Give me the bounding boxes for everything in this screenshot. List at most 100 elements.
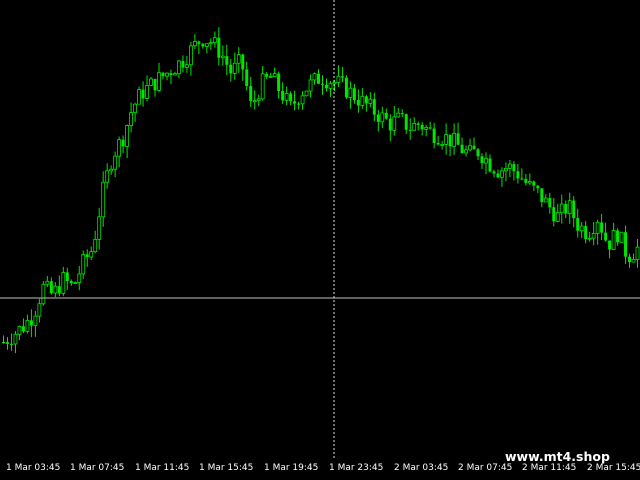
candle-body — [181, 61, 185, 68]
candle-body — [17, 325, 22, 335]
candle-body — [488, 158, 492, 172]
candle-body — [480, 156, 484, 164]
candle-body — [440, 144, 445, 146]
candle-body — [512, 164, 516, 172]
candle-body — [424, 127, 429, 130]
candle-body — [584, 226, 588, 239]
candle-body — [220, 55, 225, 59]
candle-body — [404, 114, 408, 130]
time-label: 1 Mar 23:45 — [329, 463, 383, 473]
candle-body — [284, 93, 289, 101]
candle-body — [133, 103, 137, 113]
candle-body — [516, 171, 520, 179]
candle-body — [49, 281, 53, 293]
candle-body — [380, 112, 385, 123]
candle-body — [336, 75, 341, 83]
candle-body — [25, 319, 30, 332]
time-label: 2 Mar 11:45 — [522, 463, 576, 473]
candle-body — [197, 41, 201, 44]
candle-body — [396, 112, 401, 118]
time-label: 2 Mar 03:45 — [394, 463, 448, 473]
candle-body — [165, 72, 169, 77]
candle-body — [468, 145, 472, 151]
watermark-text: www.mt4.shop — [505, 449, 610, 464]
candle-body — [444, 134, 449, 145]
candle-body — [532, 181, 536, 186]
candle-body — [595, 222, 600, 234]
candle-body — [552, 207, 556, 222]
candle-body — [624, 232, 628, 257]
candle-body — [504, 167, 508, 172]
candle-body — [464, 149, 468, 154]
candle-body — [432, 128, 436, 143]
candle-body — [572, 200, 576, 219]
candle-body — [312, 73, 317, 81]
candle-body — [420, 124, 424, 130]
candle-body — [53, 285, 58, 294]
time-label: 1 Mar 15:45 — [199, 463, 253, 473]
candle-body — [536, 185, 540, 189]
candle-body — [317, 73, 321, 84]
time-label: 2 Mar 15:45 — [587, 463, 640, 473]
time-label: 2 Mar 07:45 — [458, 463, 512, 473]
candle-body — [9, 343, 13, 345]
candle-body — [217, 37, 221, 58]
candle-body — [564, 203, 568, 214]
candle-body — [89, 251, 94, 258]
chart-canvas[interactable]: 1 Mar 03:45 1 Mar 07:45 1 Mar 11:45 1 Ma… — [0, 0, 640, 480]
candle-body — [268, 76, 273, 78]
candle-body — [137, 89, 141, 105]
candle-body — [85, 254, 89, 258]
candle-body — [149, 78, 153, 86]
candle-body — [29, 320, 33, 326]
candle-body — [608, 240, 612, 250]
candle-body — [21, 326, 25, 332]
candle-body — [616, 230, 620, 243]
time-label: 1 Mar 11:45 — [135, 463, 189, 473]
candle-body — [344, 77, 348, 98]
candle-body — [249, 86, 253, 102]
candle-body — [631, 259, 636, 263]
candle-body — [260, 73, 265, 100]
candle-body — [145, 85, 149, 99]
candle-body — [559, 203, 564, 214]
candle-body — [340, 76, 344, 78]
candle-body — [328, 83, 333, 89]
candle-body — [201, 43, 205, 47]
candle-body — [13, 333, 18, 345]
candle-body — [321, 83, 324, 85]
candle-body — [372, 99, 376, 115]
candle-body — [368, 98, 373, 104]
candle-body — [252, 100, 257, 103]
candle-body — [635, 246, 640, 260]
candle-body — [109, 168, 114, 172]
candle-body — [436, 142, 440, 145]
candle-body — [81, 253, 86, 275]
candle-body — [472, 145, 476, 150]
candle-body — [65, 272, 69, 282]
candle-body — [448, 134, 452, 147]
candle-body — [101, 181, 106, 218]
candle-body — [364, 96, 368, 104]
time-label: 1 Mar 03:45 — [6, 463, 60, 473]
candle-body — [604, 232, 608, 241]
price-chart[interactable]: 1 Mar 03:45 1 Mar 07:45 1 Mar 11:45 1 Ma… — [0, 0, 640, 480]
candle-body — [628, 256, 632, 263]
candle-body — [225, 56, 229, 65]
candle-body — [97, 216, 102, 240]
candle-body — [185, 64, 189, 68]
candle-body — [308, 79, 313, 92]
candle-body — [376, 114, 380, 122]
candle-body — [105, 170, 110, 183]
candle-body — [236, 54, 241, 64]
candle-body — [591, 233, 596, 239]
candle-body — [300, 95, 305, 105]
candle-body — [245, 69, 249, 87]
time-label: 1 Mar 07:45 — [70, 463, 124, 473]
candle-body — [297, 103, 301, 105]
candle-body — [416, 123, 420, 125]
time-label: 1 Mar 19:45 — [264, 463, 318, 473]
candle-body — [192, 41, 197, 47]
candle-body — [169, 73, 173, 75]
candle-body — [141, 89, 145, 99]
